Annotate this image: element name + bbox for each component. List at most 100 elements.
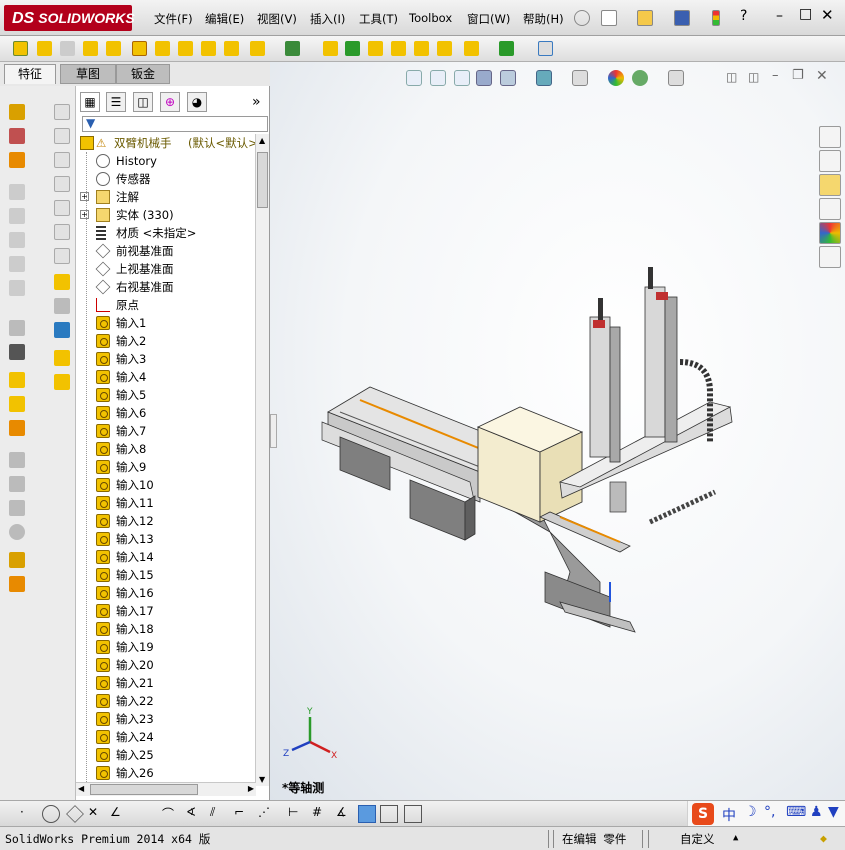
tree-item[interactable]: + 实体 (330) bbox=[76, 206, 256, 224]
bounding-box-icon[interactable] bbox=[54, 248, 70, 264]
draft-icon[interactable] bbox=[9, 256, 25, 272]
display-manager-tab-icon[interactable]: ◕ bbox=[187, 92, 207, 112]
intersect-icon[interactable] bbox=[391, 41, 406, 56]
sweep-icon[interactable] bbox=[60, 41, 75, 56]
construction-line-icon[interactable]: ⋰ bbox=[258, 805, 276, 823]
tree-item[interactable]: 输入4 bbox=[76, 368, 256, 386]
tree-item[interactable]: 输入19 bbox=[76, 638, 256, 656]
tree-horizontal-scrollbar[interactable]: ◀ ▶ bbox=[76, 782, 256, 796]
menu-insert[interactable]: 插入(I) bbox=[310, 11, 345, 27]
tree-item[interactable]: 输入1 bbox=[76, 314, 256, 332]
extrude-boss-icon[interactable] bbox=[13, 41, 28, 56]
tab-sheet-metal[interactable]: 钣金 bbox=[116, 64, 170, 84]
shell-strip-icon[interactable] bbox=[9, 500, 25, 516]
tree-item[interactable]: 输入21 bbox=[76, 674, 256, 692]
curves-strip-icon[interactable] bbox=[9, 576, 25, 592]
tree-item[interactable]: 输入10 bbox=[76, 476, 256, 494]
center-of-mass-icon[interactable] bbox=[54, 224, 70, 240]
units-dropdown-icon[interactable]: ▲ bbox=[733, 833, 738, 843]
mirror-icon[interactable] bbox=[323, 41, 338, 56]
tree-item[interactable]: + 注解 bbox=[76, 188, 256, 206]
draft-strip-icon[interactable] bbox=[9, 476, 25, 492]
tree-item[interactable]: 输入9 bbox=[76, 458, 256, 476]
punctuation-icon[interactable]: °, bbox=[764, 804, 775, 820]
menu-tools[interactable]: 工具(T) bbox=[359, 11, 398, 27]
swept-cut-icon[interactable] bbox=[9, 184, 25, 200]
expand-icon[interactable]: + bbox=[80, 210, 89, 219]
coordinate-system-icon[interactable] bbox=[54, 152, 70, 168]
reference-axis-icon[interactable] bbox=[54, 128, 70, 144]
chamfer-strip-icon[interactable] bbox=[9, 396, 25, 412]
menu-toolbox[interactable]: Toolbox bbox=[409, 11, 452, 25]
tree-item[interactable]: 传感器 bbox=[76, 170, 256, 188]
tree-item[interactable]: 输入23 bbox=[76, 710, 256, 728]
tree-horizontal-scroll-thumb[interactable] bbox=[90, 784, 198, 795]
chamfer-icon[interactable] bbox=[178, 41, 193, 56]
ime-mode-label[interactable]: 中 bbox=[722, 805, 736, 825]
tree-item[interactable]: 输入13 bbox=[76, 530, 256, 548]
measure-icon[interactable] bbox=[538, 41, 553, 56]
revolve-icon[interactable] bbox=[37, 41, 52, 56]
units-selector[interactable]: 自定义 bbox=[680, 831, 715, 847]
menu-edit[interactable]: 编辑(E) bbox=[205, 11, 244, 27]
revolve-boss-icon[interactable] bbox=[9, 128, 25, 144]
angle-icon[interactable]: ∡ bbox=[336, 805, 354, 823]
tree-item[interactable]: 输入12 bbox=[76, 512, 256, 530]
instant3d-strip-icon[interactable] bbox=[54, 274, 70, 290]
dome-icon[interactable] bbox=[9, 344, 25, 360]
sogou-ime-icon[interactable]: S bbox=[692, 803, 714, 825]
tree-item[interactable]: 输入25 bbox=[76, 746, 256, 764]
configuration-manager-tab-icon[interactable]: ◫ bbox=[133, 92, 153, 112]
tree-item[interactable]: 输入24 bbox=[76, 728, 256, 746]
trim-icon[interactable]: ✕ bbox=[88, 805, 106, 823]
expand-icon[interactable]: + bbox=[80, 192, 89, 201]
scroll-left-icon[interactable]: ◀ bbox=[78, 784, 84, 793]
menu-view[interactable]: 视图(V) bbox=[257, 11, 297, 27]
halfwidth-moon-icon[interactable]: ☽ bbox=[744, 804, 757, 820]
menu-file[interactable]: 文件(F) bbox=[154, 11, 193, 27]
pin-icon[interactable] bbox=[574, 10, 590, 26]
tree-item[interactable]: 输入11 bbox=[76, 494, 256, 512]
tree-item[interactable]: 输入8 bbox=[76, 440, 256, 458]
tree-vertical-scroll-thumb[interactable] bbox=[257, 152, 268, 208]
tree-item[interactable]: 输入26 bbox=[76, 764, 256, 782]
pattern-strip-icon[interactable] bbox=[9, 420, 25, 436]
tree-item[interactable]: 输入20 bbox=[76, 656, 256, 674]
help-question-icon[interactable]: ? bbox=[740, 8, 747, 24]
new-document-icon[interactable] bbox=[601, 10, 617, 26]
split-view-icon[interactable] bbox=[380, 805, 398, 823]
boundary-icon[interactable] bbox=[106, 41, 121, 56]
move-body-icon[interactable] bbox=[345, 41, 360, 56]
tree-item[interactable]: 上视基准面 bbox=[76, 260, 256, 278]
minimize-icon[interactable]: – bbox=[776, 8, 783, 24]
boundary-cut-icon[interactable] bbox=[9, 208, 25, 224]
open-folder-icon[interactable] bbox=[637, 10, 653, 26]
close-icon[interactable]: ✕ bbox=[821, 6, 834, 24]
circle-icon[interactable] bbox=[42, 805, 60, 823]
menu-window[interactable]: 窗口(W) bbox=[467, 11, 510, 27]
corner-rectangle-icon[interactable]: ⌐ bbox=[234, 805, 252, 823]
four-view-icon[interactable] bbox=[404, 805, 422, 823]
graphics-area[interactable]: ◫ ◫ – ❐ ✕ Y X Z *等轴测 bbox=[270, 62, 845, 800]
solidworks-logo[interactable]: DS SOLIDWORKS bbox=[4, 5, 135, 31]
skin-shirt-icon[interactable]: ▼ bbox=[828, 804, 839, 820]
feature-manager-tab-icon[interactable]: ▦ bbox=[80, 92, 100, 112]
shell-icon[interactable] bbox=[224, 41, 239, 56]
tree-item[interactable]: 输入22 bbox=[76, 692, 256, 710]
combine-strip-icon[interactable] bbox=[54, 350, 70, 366]
rib-strip-icon[interactable] bbox=[9, 452, 25, 468]
extrude-icon[interactable] bbox=[9, 104, 25, 120]
tree-item[interactable]: 右视基准面 bbox=[76, 278, 256, 296]
shaded-display-icon[interactable] bbox=[358, 805, 376, 823]
tree-item[interactable]: 输入16 bbox=[76, 584, 256, 602]
tree-filter-input[interactable]: ▼ bbox=[82, 116, 268, 132]
fillet-strip-icon[interactable] bbox=[9, 372, 25, 388]
extrude-cut-icon[interactable] bbox=[132, 41, 147, 56]
point-icon[interactable] bbox=[54, 176, 70, 192]
move-copy-icon[interactable] bbox=[54, 322, 70, 338]
soft-keyboard-icon[interactable]: ⌨ bbox=[786, 804, 806, 820]
fillet-sketch-icon[interactable]: ⌒ bbox=[162, 805, 180, 823]
menu-help[interactable]: 帮助(H) bbox=[523, 11, 564, 27]
maximize-icon[interactable]: □ bbox=[799, 6, 812, 22]
scroll-down-icon[interactable]: ▼ bbox=[259, 775, 265, 784]
